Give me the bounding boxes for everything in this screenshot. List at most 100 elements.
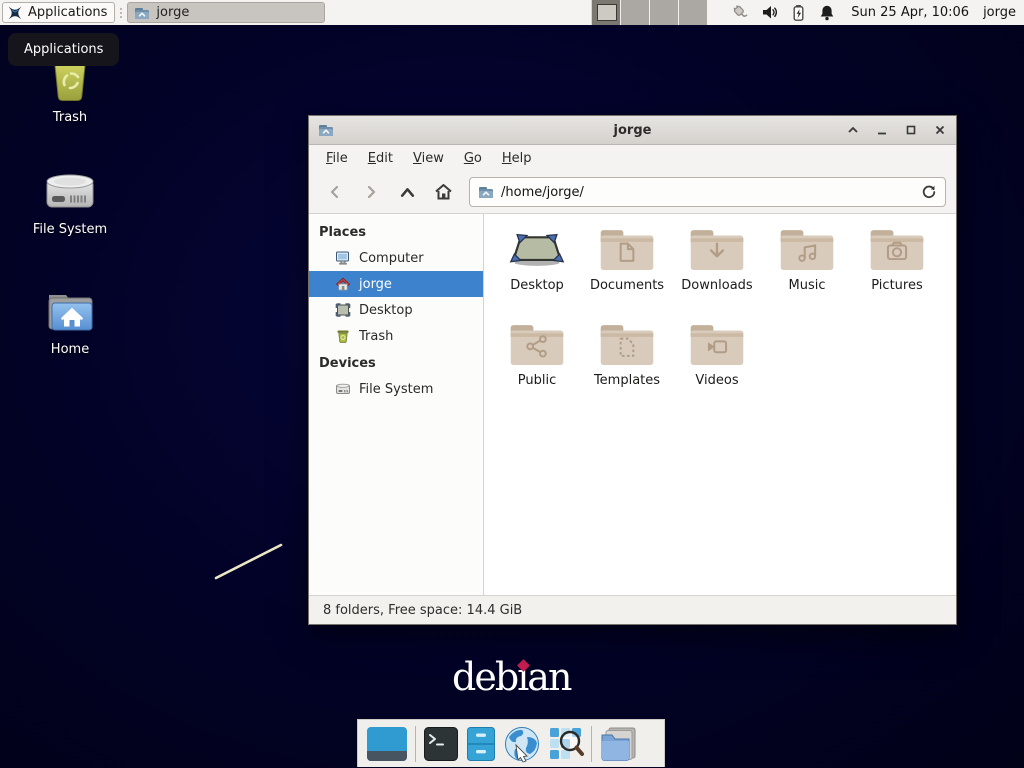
sidebar-item-desktop[interactable]: Desktop bbox=[309, 297, 483, 323]
xfce-applications-icon bbox=[7, 5, 23, 21]
menu-go[interactable]: Go bbox=[455, 147, 491, 170]
desktop-icon-label: Home bbox=[51, 342, 89, 357]
taskbar-window-label: jorge bbox=[156, 5, 189, 20]
sidebar-item-label: jorge bbox=[359, 277, 392, 292]
folder-label: Pictures bbox=[871, 278, 922, 293]
back-button[interactable] bbox=[319, 177, 351, 207]
location-bar[interactable]: /home/jorge/ bbox=[469, 177, 946, 207]
templates-folder-icon bbox=[598, 321, 656, 369]
sidebar-item-label: Computer bbox=[359, 251, 424, 266]
computer-icon bbox=[335, 250, 351, 266]
menu-help[interactable]: Help bbox=[493, 147, 541, 170]
close-icon bbox=[934, 124, 946, 136]
minimize-icon bbox=[876, 124, 888, 136]
terminal-launcher[interactable] bbox=[423, 726, 459, 762]
window-controls bbox=[846, 123, 947, 137]
shade-button[interactable] bbox=[846, 123, 860, 137]
sidebar-item-jorge[interactable]: jorge bbox=[309, 271, 483, 297]
workspace-1[interactable] bbox=[592, 0, 621, 25]
location-path[interactable]: /home/jorge/ bbox=[501, 185, 914, 200]
videos-folder-icon bbox=[688, 321, 746, 369]
maximize-icon bbox=[905, 124, 917, 136]
menu-view[interactable]: View bbox=[404, 147, 453, 170]
directory-menu-launcher[interactable] bbox=[599, 726, 639, 762]
file-cabinet-icon bbox=[466, 726, 496, 762]
folder-videos[interactable]: Videos bbox=[672, 321, 762, 395]
reload-icon[interactable] bbox=[921, 184, 937, 200]
desktop-icon-label: Trash bbox=[53, 110, 87, 125]
minimize-button[interactable] bbox=[875, 123, 889, 137]
file-manager-body: Places Computer bbox=[309, 213, 956, 595]
folder-public[interactable]: Public bbox=[492, 321, 582, 395]
desktop-icon bbox=[335, 302, 351, 318]
debian-wordmark: debian bbox=[452, 655, 570, 699]
up-button[interactable] bbox=[391, 177, 423, 207]
show-desktop-button[interactable] bbox=[366, 726, 408, 762]
menu-file[interactable]: File bbox=[317, 147, 357, 170]
desktop-folder-icon bbox=[508, 226, 566, 274]
folder-icon bbox=[134, 5, 150, 21]
pictures-folder-icon bbox=[868, 226, 926, 274]
folder-downloads[interactable]: Downloads bbox=[672, 226, 762, 300]
volume-icon[interactable] bbox=[761, 4, 779, 21]
taskbar-window-button[interactable]: jorge bbox=[127, 2, 325, 23]
folder-templates[interactable]: Templates bbox=[582, 321, 672, 395]
workspace-4[interactable] bbox=[679, 0, 708, 25]
drive-icon bbox=[335, 381, 351, 397]
terminal-icon bbox=[423, 726, 459, 762]
close-button[interactable] bbox=[933, 123, 947, 137]
folder-label: Templates bbox=[594, 373, 660, 388]
documents-folder-icon bbox=[598, 226, 656, 274]
folder-label: Music bbox=[789, 278, 826, 293]
applications-menu-button[interactable]: Applications bbox=[2, 2, 115, 23]
panel-clock[interactable]: Sun 25 Apr, 10:06 bbox=[851, 5, 969, 20]
folder-desktop[interactable]: Desktop bbox=[492, 226, 582, 300]
music-folder-icon bbox=[778, 226, 836, 274]
file-manager-launcher[interactable] bbox=[466, 726, 496, 762]
toolbar: /home/jorge/ bbox=[309, 171, 956, 213]
panel-user-menu[interactable]: jorge bbox=[983, 5, 1016, 20]
debian-logo: debian bbox=[452, 658, 570, 696]
sidebar-item-label: File System bbox=[359, 382, 433, 397]
home-button[interactable] bbox=[427, 177, 459, 207]
status-text: 8 folders, Free space: 14.4 GiB bbox=[323, 603, 522, 618]
application-finder-launcher[interactable] bbox=[548, 726, 584, 762]
sidebar-item-trash[interactable]: Trash bbox=[309, 323, 483, 349]
applications-tooltip: Applications bbox=[8, 33, 119, 66]
system-tray bbox=[730, 3, 836, 22]
sidebar-devices-header: Devices bbox=[309, 349, 483, 376]
battery-charging-icon[interactable] bbox=[790, 4, 807, 22]
menu-edit[interactable]: Edit bbox=[359, 147, 402, 170]
statusbar: 8 folders, Free space: 14.4 GiB bbox=[309, 595, 956, 624]
sidebar-item-label: Desktop bbox=[359, 303, 413, 318]
folder-music[interactable]: Music bbox=[762, 226, 852, 300]
desktop-icon-label: File System bbox=[33, 222, 107, 237]
home-icon bbox=[434, 183, 453, 201]
desktop-icon-file-system[interactable]: File System bbox=[22, 168, 118, 237]
desktop-line-artifact bbox=[208, 538, 290, 586]
hard-drive-icon bbox=[42, 168, 98, 216]
desktop-root: Applications jorge bbox=[0, 0, 1024, 768]
folder-label: Documents bbox=[590, 278, 664, 293]
workspace-2[interactable] bbox=[621, 0, 650, 25]
folder-documents[interactable]: Documents bbox=[582, 226, 672, 300]
web-browser-globe-icon bbox=[503, 725, 541, 763]
sidebar-item-file-system[interactable]: File System bbox=[309, 376, 483, 402]
panel-handle[interactable] bbox=[117, 2, 125, 23]
workspace-switcher[interactable] bbox=[591, 0, 708, 25]
maximize-button[interactable] bbox=[904, 123, 918, 137]
forward-button[interactable] bbox=[355, 177, 387, 207]
shade-icon bbox=[847, 124, 859, 136]
folder-pictures[interactable]: Pictures bbox=[852, 226, 942, 300]
folder-view: Desktop Documents Downloads Music Pictur… bbox=[484, 214, 956, 595]
dock-separator bbox=[591, 726, 592, 762]
titlebar[interactable]: jorge bbox=[309, 116, 956, 145]
desktop-icon-home[interactable]: Home bbox=[22, 290, 118, 357]
notifications-bell-icon[interactable] bbox=[818, 4, 836, 22]
network-plug-icon[interactable] bbox=[730, 3, 750, 22]
sidebar-item-computer[interactable]: Computer bbox=[309, 245, 483, 271]
web-browser-launcher[interactable] bbox=[503, 725, 541, 763]
folder-label: Desktop bbox=[510, 278, 564, 293]
workspace-3[interactable] bbox=[650, 0, 679, 25]
sidebar-places-header: Places bbox=[309, 218, 483, 245]
